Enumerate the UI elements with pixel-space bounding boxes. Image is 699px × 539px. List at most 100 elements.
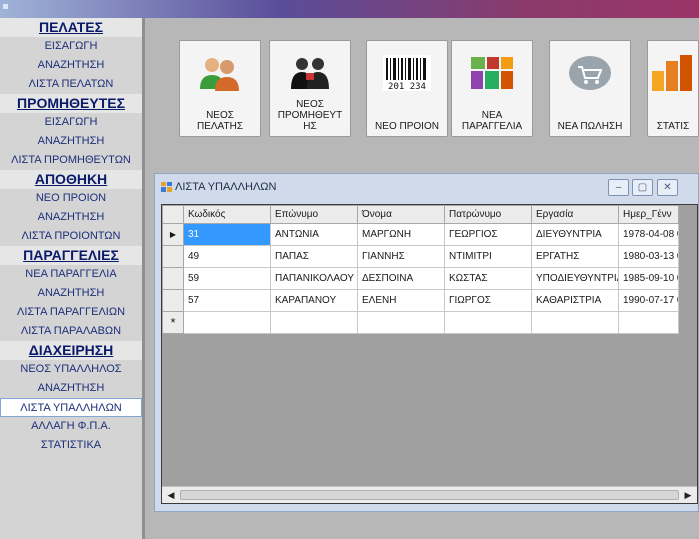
grid-cell[interactable]: ΥΠΟΔΙΕΥΘΥΝΤΡΙΑ xyxy=(531,267,619,290)
grid-column-header[interactable]: Επώνυμο xyxy=(270,205,358,224)
toolbar-button-label: ΝΕΟ ΠΡΟΙΟΝ xyxy=(375,121,439,132)
scroll-right-arrow-icon[interactable]: ▶ xyxy=(681,489,695,502)
close-button[interactable]: ✕ xyxy=(657,179,678,196)
sidebar-item[interactable]: ΛΙΣΤΑ ΠΡΟΙΟΝΤΩΝ xyxy=(0,227,142,246)
grid-cell[interactable]: ΠΑΠΑΣ xyxy=(270,245,358,268)
table-row[interactable]: ▶ 31 ΑΝΤΩΝΙΑ ΜΑΡΓΩΝΗ ΓΕΩΡΓΙΟΣ ΔΙΕΥΘΥΝΤΡΙΑ 1978… xyxy=(162,223,679,246)
toolbar-button[interactable]: 201 234 ΝΕΟ ΠΡΟΙΟΝ xyxy=(366,40,448,137)
grid-cell[interactable]: ΓΕΩΡΓΙΟΣ xyxy=(444,223,532,246)
sidebar-item[interactable]: ΕΙΣΑΓΩΓΗ xyxy=(0,113,142,132)
grid-corner-header xyxy=(162,205,184,224)
main-area: ΝΕΟΣ ΠΕΛΑΤΗΣ ΝΕΟΣ ΠΡΟΜΗΘΕΥΤ ΗΣ 201 234 ΝΕΟ … xyxy=(148,18,699,539)
toolbar-button[interactable]: ΝΕΑ ΠΩΛΗΣΗ xyxy=(549,40,631,137)
toolbar-button-label: ΝΕΑ ΠΩΛΗΣΗ xyxy=(557,121,623,132)
sidebar-item[interactable]: ΝΕΑ ΠΑΡΑΓΓΕΛΙΑ xyxy=(0,265,142,284)
grid-cell[interactable]: ΚΩΣΤΑΣ xyxy=(444,267,532,290)
sidebar-item[interactable]: ΣΤΑΤΙΣΤΙΚΑ xyxy=(0,436,142,455)
bar-chart-icon xyxy=(648,55,698,91)
maximize-button[interactable]: ▢ xyxy=(632,179,653,196)
grid-cell[interactable]: ΚΑΘΑΡΙΣΤΡΙΑ xyxy=(531,289,619,312)
minimize-button[interactable]: – xyxy=(608,179,629,196)
sidebar-section-title: ΔΙΑΧΕΙΡΗΣΗ xyxy=(0,341,142,360)
grid-cell[interactable]: ΚΑΡΑΠΑΝΟΥ xyxy=(270,289,358,312)
grid-cell[interactable]: 49 xyxy=(183,245,271,268)
grid-cell[interactable]: 1985-09-10 0 xyxy=(618,267,679,290)
grid-cell[interactable]: ΕΛΕΝΗ xyxy=(357,289,445,312)
row-header[interactable] xyxy=(162,245,184,268)
toolbar-button-label: ΣΤΑΤΙΣ xyxy=(656,121,690,132)
window-title: ΛΙΣΤΑ ΥΠΑΛΛΗΛΩΝ xyxy=(175,181,277,193)
grid-cell[interactable]: ΠΑΠΑΝΙΚΟΛΑΟΥ xyxy=(270,267,358,290)
toolbar-button-label: ΝΕΟΣ ΠΡΟΜΗΘΕΥΤ ΗΣ xyxy=(277,99,343,132)
sidebar-item[interactable]: ΑΛΛΑΓΗ Φ.Π.Α. xyxy=(0,417,142,436)
sidebar-item[interactable]: ΑΝΑΖΗΤΗΣΗ xyxy=(0,56,142,75)
sidebar-item[interactable]: ΑΝΑΖΗΤΗΣΗ xyxy=(0,284,142,303)
grid-column-header[interactable]: Κωδικός xyxy=(183,205,271,224)
new-row[interactable]: * xyxy=(162,311,679,334)
sidebar-section-title: ΠΑΡΑΓΓΕΛΙΕΣ xyxy=(0,246,142,265)
scroll-left-arrow-icon[interactable]: ◀ xyxy=(164,489,178,502)
grid-cell[interactable]: 31 xyxy=(183,223,271,246)
scrollbar-thumb[interactable] xyxy=(180,490,679,500)
sidebar-item[interactable]: ΛΙΣΤΑ ΠΕΛΑΤΩΝ xyxy=(0,75,142,94)
sidebar-item[interactable]: ΛΙΣΤΑ ΥΠΑΛΛΗΛΩΝ xyxy=(0,398,142,417)
grid-cell[interactable] xyxy=(444,311,532,334)
grid-cell[interactable]: ΓΙΩΡΓΟΣ xyxy=(444,289,532,312)
sidebar-item[interactable]: ΛΙΣΤΑ ΠΑΡΑΛΑΒΩΝ xyxy=(0,322,142,341)
grid-cell[interactable]: 57 xyxy=(183,289,271,312)
cart-icon xyxy=(565,55,615,91)
app-icon xyxy=(3,4,8,9)
svg-text:201 234: 201 234 xyxy=(388,82,426,91)
barcode-icon: 201 234 xyxy=(382,55,432,92)
new-row-marker[interactable]: * xyxy=(162,311,184,334)
grid-cell[interactable] xyxy=(357,311,445,334)
grid-cell[interactable]: 59 xyxy=(183,267,271,290)
table-row[interactable]: 59 ΠΑΠΑΝΙΚΟΛΑΟΥ ΔΕΣΠΟΙΝΑ ΚΩΣΤΑΣ ΥΠΟΔΙΕΥΘΥΝΤΡ… xyxy=(162,267,679,290)
toolbar-button[interactable]: ΝΕΟΣ ΠΡΟΜΗΘΕΥΤ ΗΣ xyxy=(269,40,351,137)
sidebar-item[interactable]: ΝΕΟΣ ΥΠΑΛΛΗΛΟΣ xyxy=(0,360,142,379)
supplier-icon xyxy=(285,55,335,91)
grid-column-header[interactable]: Ημερ_Γένν xyxy=(618,205,679,224)
sidebar-section-title: ΑΠΟΘΗΚΗ xyxy=(0,170,142,189)
grid-cell[interactable]: 1980-03-13 0 xyxy=(618,245,679,268)
table-row[interactable]: 57 ΚΑΡΑΠΑΝΟΥ ΕΛΕΝΗ ΓΙΩΡΓΟΣ ΚΑΘΑΡΙΣΤΡΙΑ 1990-0… xyxy=(162,289,679,312)
table-row[interactable]: 49 ΠΑΠΑΣ ΓΙΑΝΝΗΣ ΝΤΙΜΙΤΡΙ ΕΡΓΑΤΗΣ 1980-03-13 … xyxy=(162,245,679,268)
row-header[interactable]: ▶ xyxy=(162,223,184,246)
grid-cell[interactable] xyxy=(618,311,679,334)
grid-cell[interactable] xyxy=(531,311,619,334)
grid-cell[interactable]: 1990-07-17 0 xyxy=(618,289,679,312)
grid-cell[interactable]: ΝΤΙΜΙΤΡΙ xyxy=(444,245,532,268)
employees-data-grid[interactable]: Κωδικός Επώνυμο Όνομα Πατρώνυμο Εργασία Ημερ_… xyxy=(161,204,698,504)
toolbar-button[interactable]: ΝΕΑ ΠΑΡΑΓΓΕΛΙΑ xyxy=(451,40,533,137)
toolbar-button[interactable]: ΣΤΑΤΙΣ xyxy=(647,40,699,137)
sidebar-menu: ΠΕΛΑΤΕΣ ΕΙΣΑΓΩΓΗ ΑΝΑΖΗΤΗΣΗ ΛΙΣΤΑ ΠΕΛΑΤΩΝ ΠΡΟ… xyxy=(0,18,145,539)
grid-cell[interactable]: ΕΡΓΑΤΗΣ xyxy=(531,245,619,268)
grid-column-header[interactable]: Πατρώνυμο xyxy=(444,205,532,224)
sidebar-item[interactable]: ΑΝΑΖΗΤΗΣΗ xyxy=(0,208,142,227)
row-header[interactable] xyxy=(162,267,184,290)
sidebar-item[interactable]: ΝΕΟ ΠΡΟΙΟΝ xyxy=(0,189,142,208)
products-icon xyxy=(467,55,517,91)
sidebar-item[interactable]: ΛΙΣΤΑ ΠΡΟΜΗΘΕΥΤΩΝ xyxy=(0,151,142,170)
row-header[interactable] xyxy=(162,289,184,312)
sidebar-section-title: ΠΡΟΜΗΘΕΥΤΕΣ xyxy=(0,94,142,113)
grid-column-header[interactable]: Όνομα xyxy=(357,205,445,224)
app-title-bar xyxy=(0,0,699,18)
grid-column-header[interactable]: Εργασία xyxy=(531,205,619,224)
grid-cell[interactable]: ΔΕΣΠΟΙΝΑ xyxy=(357,267,445,290)
horizontal-scrollbar[interactable]: ◀ ▶ xyxy=(162,486,697,503)
sidebar-item[interactable]: ΕΙΣΑΓΩΓΗ xyxy=(0,37,142,56)
sidebar-item[interactable]: ΛΙΣΤΑ ΠΑΡΑΓΓΕΛΙΩΝ xyxy=(0,303,142,322)
employees-list-window: ΛΙΣΤΑ ΥΠΑΛΛΗΛΩΝ – ▢ ✕ Κωδικός Επώνυμο Όνομ… xyxy=(154,173,699,512)
sidebar-item[interactable]: ΑΝΑΖΗΤΗΣΗ xyxy=(0,379,142,398)
grid-cell[interactable]: ΑΝΤΩΝΙΑ xyxy=(270,223,358,246)
grid-cell[interactable] xyxy=(183,311,271,334)
users-icon xyxy=(195,55,245,91)
grid-cell[interactable] xyxy=(270,311,358,334)
grid-cell[interactable]: ΓΙΑΝΝΗΣ xyxy=(357,245,445,268)
grid-cell[interactable]: ΔΙΕΥΘΥΝΤΡΙΑ xyxy=(531,223,619,246)
grid-cell[interactable]: 1978-04-08 0 xyxy=(618,223,679,246)
toolbar-button[interactable]: ΝΕΟΣ ΠΕΛΑΤΗΣ xyxy=(179,40,261,137)
grid-cell[interactable]: ΜΑΡΓΩΝΗ xyxy=(357,223,445,246)
sidebar-item[interactable]: ΑΝΑΖΗΤΗΣΗ xyxy=(0,132,142,151)
